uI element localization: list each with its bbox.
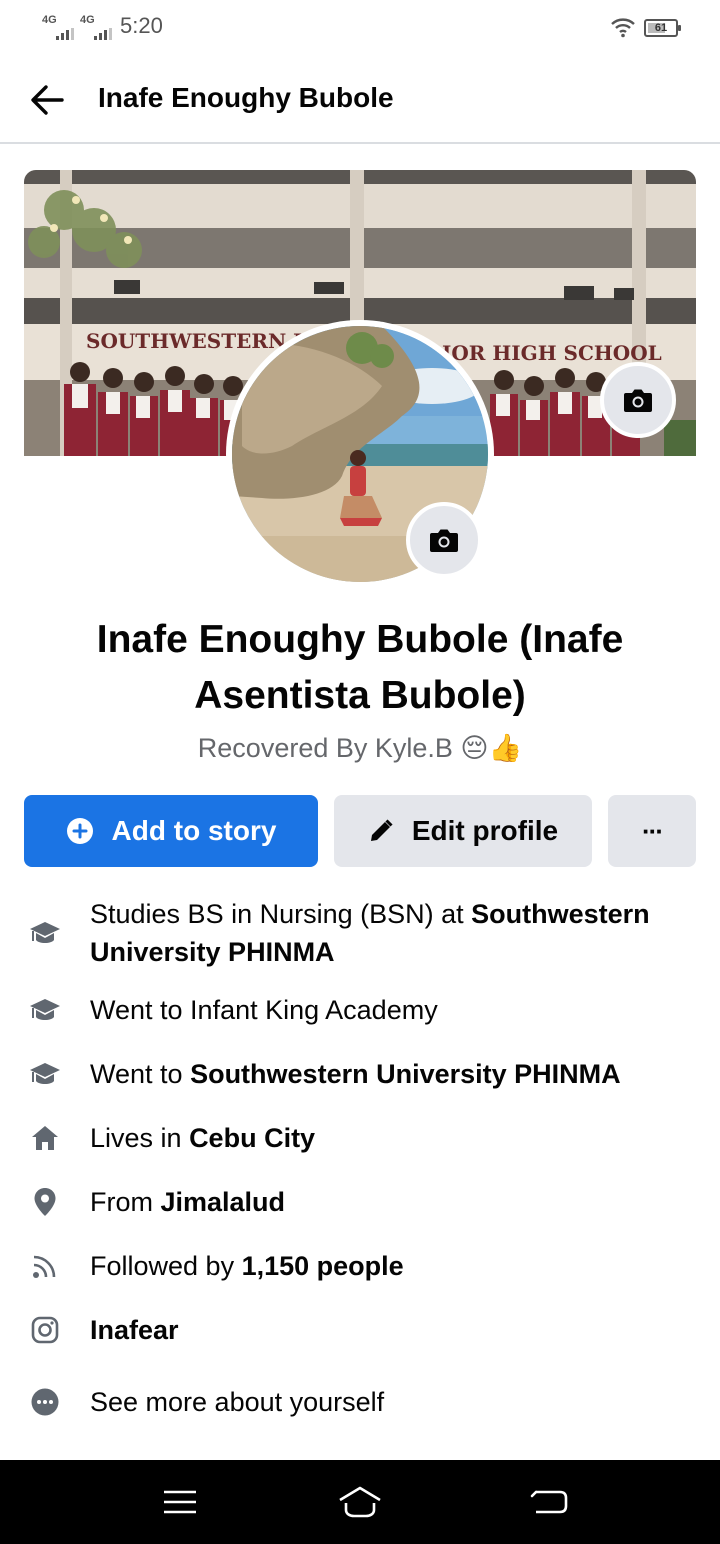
graduation-cap-icon (24, 1053, 66, 1095)
pencil-icon (370, 819, 393, 841)
edit-profile-picture-camera-button[interactable] (406, 502, 482, 578)
edit-profile-label: Edit profile (411, 815, 559, 846)
detail-text: Followed by 1,150 people (90, 1251, 404, 1281)
system-navigation-bar (0, 1460, 720, 1544)
signal-bars-icon (56, 28, 76, 40)
status-bar: 4G 4G 5:20 61 (0, 0, 720, 56)
edit-cover-camera-button[interactable] (600, 362, 676, 438)
add-to-story-button[interactable]: Add to story (24, 795, 318, 867)
plus-circle-icon (66, 818, 93, 844)
home-nav-icon[interactable] (336, 1482, 384, 1522)
detail-text: Went to Infant King Academy (90, 995, 438, 1025)
status-time: 5:20 (120, 13, 163, 38)
wifi-icon (611, 18, 635, 38)
header-title: Inafe Enoughy Bubole (98, 82, 394, 113)
location-pin-icon (24, 1181, 66, 1223)
more-options-button[interactable]: ··· (608, 795, 696, 867)
detail-text: Inafear (90, 1315, 179, 1345)
camera-icon (624, 389, 652, 412)
detail-text: See more about yourself (90, 1387, 385, 1417)
back-arrow-icon[interactable] (26, 78, 70, 122)
detail-instagram[interactable]: Inafear (24, 1309, 696, 1351)
home-icon (24, 1117, 66, 1159)
camera-icon (430, 529, 458, 552)
detail-text: Studies BS in Nursing (BSN) at Southwest… (90, 899, 650, 967)
detail-from[interactable]: From Jimalalud (24, 1181, 696, 1223)
signal-bars-icon (94, 28, 114, 40)
battery-level: 61 (654, 22, 668, 34)
detail-went-to-2[interactable]: Went to Southwestern University PHINMA (24, 1053, 696, 1095)
cover-sign-right: IOR HIGH SCHOOL (442, 341, 662, 365)
battery-icon: 61 (644, 19, 681, 37)
menu-icon[interactable] (156, 1482, 204, 1522)
add-to-story-label: Add to story (111, 815, 277, 846)
detail-text: Lives in Cebu City (90, 1123, 316, 1153)
network-label-1: 4G (42, 14, 57, 26)
more-dots-icon (24, 1381, 66, 1423)
detail-text: Went to Southwestern University PHINMA (90, 1059, 621, 1089)
profile-bio[interactable]: Recovered By Kyle.B 😔👍 (40, 732, 680, 764)
app-header: Inafe Enoughy Bubole (0, 56, 720, 144)
rss-feed-icon (24, 1245, 66, 1287)
detail-studies[interactable]: Studies BS in Nursing (BSN) at Southwest… (24, 895, 696, 971)
graduation-cap-icon (24, 989, 66, 1031)
back-nav-icon[interactable] (526, 1482, 574, 1522)
detail-lives-in[interactable]: Lives in Cebu City (24, 1117, 696, 1159)
network-label-2: 4G (80, 14, 95, 26)
detail-went-to-1[interactable]: Went to Infant King Academy (24, 989, 696, 1031)
profile-name: Inafe Enoughy Bubole (Inafe Asentista Bu… (96, 618, 624, 717)
detail-followed-by[interactable]: Followed by 1,150 people (24, 1245, 696, 1287)
graduation-cap-icon (24, 912, 66, 954)
detail-text: From Jimalalud (90, 1187, 286, 1217)
more-options-label: ··· (642, 815, 664, 846)
edit-profile-button[interactable]: Edit profile (334, 795, 592, 867)
instagram-icon (24, 1309, 66, 1351)
see-more-about-yourself[interactable]: See more about yourself (24, 1381, 696, 1423)
